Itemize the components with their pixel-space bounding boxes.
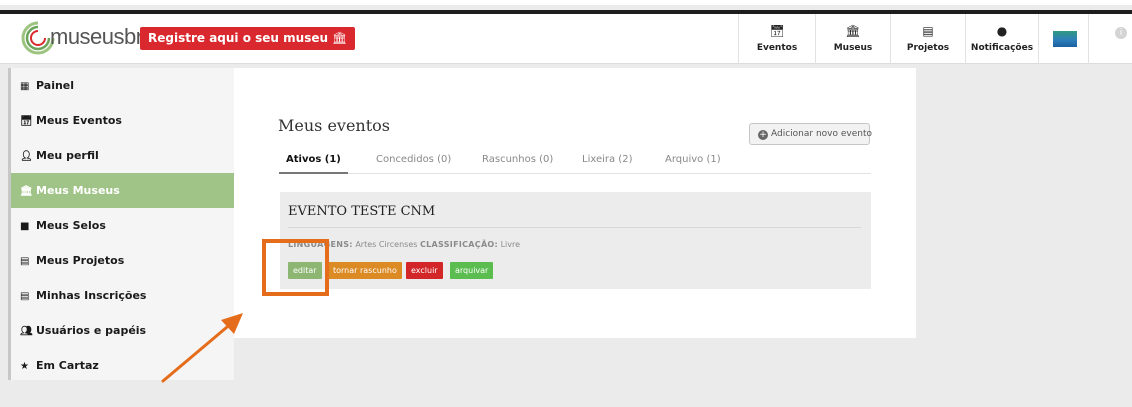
document-icon: ▤ (922, 24, 934, 38)
event-card: EVENTO TESTE CNM LINGUAGENS: Artes Circe… (280, 192, 871, 289)
classificacao-value: Livre (500, 240, 521, 249)
nav-notificacoes[interactable]: ● Notificações (965, 14, 1038, 64)
sidebar-item-meus-selos[interactable]: ■ Meus Selos (11, 208, 237, 243)
calendar-icon: 📅︎ (769, 24, 785, 38)
sidebar-item-usuarios-e-papeis[interactable]: 👥︎ Usuários e papéis (11, 313, 237, 348)
sidebar-item-label: Painel (36, 79, 75, 92)
calendar-icon: 📅︎ (20, 116, 33, 127)
users-icon: 👥︎ (20, 326, 33, 337)
user-icon: 👤︎ (20, 151, 33, 162)
sidebar-item-label: Meus Eventos (36, 114, 122, 127)
divider (288, 227, 861, 228)
archive-button[interactable]: arquivar (450, 262, 494, 279)
sidebar: ▦ Painel 📅︎ Meus Eventos 👤︎ Meu perfil 🏛︎ Me… (8, 68, 237, 383)
plus-icon: + (758, 130, 768, 140)
sidebar-item-meu-perfil[interactable]: 👤︎ Meu perfil (11, 138, 237, 173)
tab-concedidos[interactable]: Concedidos (0) (376, 154, 451, 165)
top-bar (0, 0, 1132, 14)
dashboard-icon: ▦ (20, 81, 30, 92)
delete-button[interactable]: excluir (406, 262, 443, 279)
add-event-label: Adicionar novo evento (771, 129, 872, 139)
make-draft-button[interactable]: tornar rascunho (328, 262, 402, 279)
register-museum-button[interactable]: Registre aqui o seu museu 🏛︎ (140, 27, 356, 50)
event-tabs: Ativos (1) Concedidos (0) Rascunhos (0) … (279, 148, 871, 174)
nav-projetos[interactable]: ▤ Projetos (890, 14, 965, 64)
sidebar-item-label: Meus Museus (36, 184, 120, 197)
museusbr-logo[interactable]: museusbr (20, 20, 143, 56)
museum-icon: 🏛︎ (20, 186, 33, 197)
sidebar-item-label: Meus Projetos (36, 254, 125, 267)
nav-eventos-label: Eventos (756, 43, 798, 53)
bookmark-icon: ■ (20, 221, 30, 232)
tab-rascunhos[interactable]: Rascunhos (0) (482, 154, 553, 165)
site-header: museusbr Registre aqui o seu museu 🏛︎ 📅︎ … (0, 14, 1132, 64)
tab-ativos[interactable]: Ativos (1) (279, 154, 348, 174)
nav-projetos-label: Projetos (906, 43, 950, 53)
info-menu[interactable]: i (1088, 14, 1132, 64)
sidebar-item-minhas-inscricoes[interactable]: ▤ Minhas Inscrições (11, 278, 237, 313)
star-icon: ★ (20, 361, 29, 372)
user-avatar-menu[interactable] (1038, 14, 1088, 64)
sidebar-item-label: Em Cartaz (36, 359, 99, 372)
sidebar-item-meus-museus[interactable]: 🏛︎ Meus Museus (11, 173, 237, 208)
sidebar-item-em-cartaz[interactable]: ★ Em Cartaz (11, 348, 237, 383)
document-icon: ▤ (20, 256, 30, 267)
register-museum-label: Registre aqui o seu museu (148, 31, 329, 45)
annotation-highlight-box (262, 239, 329, 296)
sidebar-item-label: Meus Selos (36, 219, 106, 232)
nav-museus-label: Museus (833, 43, 873, 53)
museum-icon: 🏛︎ (845, 24, 861, 38)
tab-arquivo[interactable]: Arquivo (1) (665, 154, 721, 165)
sidebar-item-label: Minhas Inscrições (36, 289, 147, 302)
logo-text: museusbr (50, 24, 143, 49)
info-icon: i (1115, 27, 1127, 39)
event-title[interactable]: EVENTO TESTE CNM (288, 204, 435, 219)
page-title: Meus eventos (278, 116, 391, 135)
classificacao-label: CLASSIFICAÇÃO: (419, 240, 499, 249)
nav-notificacoes-label: Notificações (970, 43, 1034, 53)
add-event-button[interactable]: + Adicionar novo evento (749, 123, 872, 145)
sidebar-item-meus-projetos[interactable]: ▤ Meus Projetos (11, 243, 237, 278)
museum-icon: 🏛︎ (332, 31, 348, 45)
sidebar-item-meus-eventos[interactable]: 📅︎ Meus Eventos (11, 103, 237, 138)
sidebar-item-painel[interactable]: ▦ Painel (11, 68, 237, 103)
linguagens-value: Artes Circenses (355, 240, 418, 249)
avatar (1053, 31, 1077, 47)
sidebar-item-label: Meu perfil (36, 149, 99, 162)
nav-eventos[interactable]: 📅︎ Eventos (738, 14, 815, 64)
tab-lixeira[interactable]: Lixeira (2) (582, 154, 632, 165)
main-content: Meus eventos + Adicionar novo evento Ativ… (234, 68, 916, 338)
speech-bubble-icon: ● (996, 24, 1008, 38)
document-icon: ▤ (20, 291, 30, 302)
nav-museus[interactable]: 🏛︎ Museus (815, 14, 890, 64)
sidebar-item-label: Usuários e papéis (36, 324, 147, 337)
